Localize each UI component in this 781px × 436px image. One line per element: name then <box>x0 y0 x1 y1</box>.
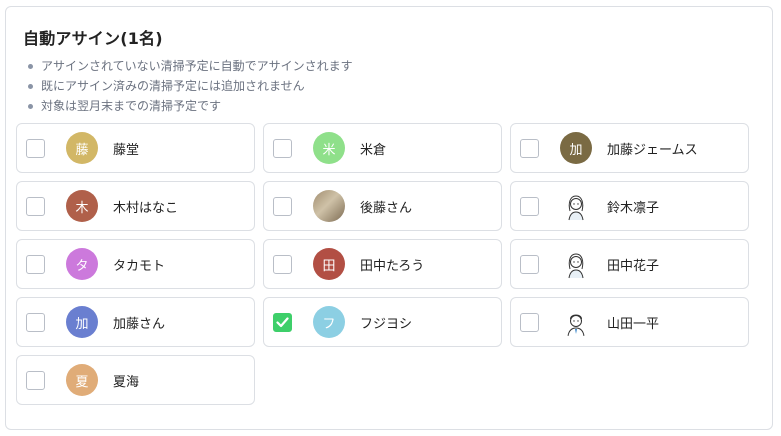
member-name: 田中花子 <box>607 258 660 274</box>
avatar: タ <box>66 248 98 280</box>
member-card[interactable]: 米 米倉 <box>263 123 502 173</box>
member-name: 米倉 <box>360 142 387 158</box>
avatar: 木 <box>66 190 98 222</box>
avatar: 夏 <box>66 364 98 396</box>
member-checkbox[interactable] <box>520 196 539 216</box>
member-checkbox[interactable] <box>26 370 45 390</box>
member-name: 鈴木凛子 <box>607 200 660 216</box>
member-name: 後藤さん <box>360 200 413 216</box>
member-name: 加藤さん <box>113 316 166 332</box>
avatar-initial: 加 <box>569 142 583 158</box>
member-name: タカモト <box>113 258 166 274</box>
avatar: 加 <box>560 132 592 164</box>
member-checkbox[interactable] <box>26 254 45 274</box>
avatar: 田 <box>313 248 345 280</box>
panel-title: 自動アサイン(1名) <box>23 29 163 48</box>
member-card[interactable]: 田 田中たろう <box>263 239 502 289</box>
avatar: 藤 <box>66 132 98 164</box>
member-card[interactable]: フ フジヨシ <box>263 297 502 347</box>
avatar-initial: 加 <box>75 316 89 332</box>
member-checkbox[interactable] <box>273 312 292 332</box>
checkmark-icon <box>276 316 289 328</box>
member-checkbox[interactable] <box>273 138 292 158</box>
note-text: 対象は翌月末までの清掃予定です <box>41 99 222 113</box>
member-card[interactable]: 夏 夏海 <box>16 355 255 405</box>
member-name: 山田一平 <box>607 316 660 332</box>
bullet-icon <box>28 64 33 69</box>
member-name: フジヨシ <box>360 316 413 332</box>
notes-list: アサインされていない清掃予定に自動でアサインされます 既にアサイン済みの清掃予定… <box>23 56 353 116</box>
member-name: 田中たろう <box>360 258 425 274</box>
member-card[interactable]: 山田一平 <box>510 297 749 347</box>
member-card[interactable]: 加 加藤ジェームス <box>510 123 749 173</box>
member-checkbox[interactable] <box>26 196 45 216</box>
avatar: 米 <box>313 132 345 164</box>
avatar-initial: 米 <box>322 142 336 158</box>
avatar-initial: 藤 <box>75 142 89 158</box>
member-name: 木村はなこ <box>113 200 179 216</box>
note-text: 既にアサイン済みの清掃予定には追加されません <box>41 79 305 93</box>
bullet-icon <box>28 84 33 89</box>
note-item: アサインされていない清掃予定に自動でアサインされます <box>23 56 353 76</box>
member-card[interactable]: 田中花子 <box>510 239 749 289</box>
member-card[interactable]: 木 木村はなこ <box>16 181 255 231</box>
avatar-photo <box>313 190 345 222</box>
member-checkbox[interactable] <box>26 138 45 158</box>
member-checkbox[interactable] <box>520 312 539 332</box>
member-name: 夏海 <box>113 374 140 390</box>
illustration-man-icon <box>560 306 592 338</box>
member-card[interactable]: タ タカモト <box>16 239 255 289</box>
member-name: 加藤ジェームス <box>607 142 698 158</box>
illustration-woman-icon <box>560 190 592 222</box>
avatar-initial: タ <box>75 258 89 274</box>
member-grid: 藤藤堂米米倉加加藤ジェームス木木村はなこ 後藤さん 鈴木凛子タタカモト田田中たろう田… <box>16 123 749 405</box>
illustration-woman-icon <box>560 248 592 280</box>
avatar: 加 <box>66 306 98 338</box>
member-checkbox[interactable] <box>273 196 292 216</box>
member-checkbox[interactable] <box>26 312 45 332</box>
note-text: アサインされていない清掃予定に自動でアサインされます <box>41 59 353 73</box>
note-item: 対象は翌月末までの清掃予定です <box>23 96 353 116</box>
avatar-initial: 木 <box>75 200 89 216</box>
avatar-initial: 田 <box>322 258 336 274</box>
member-checkbox[interactable] <box>520 254 539 274</box>
member-card[interactable]: 鈴木凛子 <box>510 181 749 231</box>
avatar-initial: 夏 <box>75 374 89 390</box>
member-card[interactable]: 藤 藤堂 <box>16 123 255 173</box>
avatar-initial: フ <box>322 316 336 332</box>
member-checkbox[interactable] <box>273 254 292 274</box>
avatar: フ <box>313 306 345 338</box>
member-card[interactable]: 加 加藤さん <box>16 297 255 347</box>
member-name: 藤堂 <box>113 142 140 158</box>
member-checkbox[interactable] <box>520 138 539 158</box>
member-card[interactable]: 後藤さん <box>263 181 502 231</box>
bullet-icon <box>28 104 33 109</box>
note-item: 既にアサイン済みの清掃予定には追加されません <box>23 76 353 96</box>
